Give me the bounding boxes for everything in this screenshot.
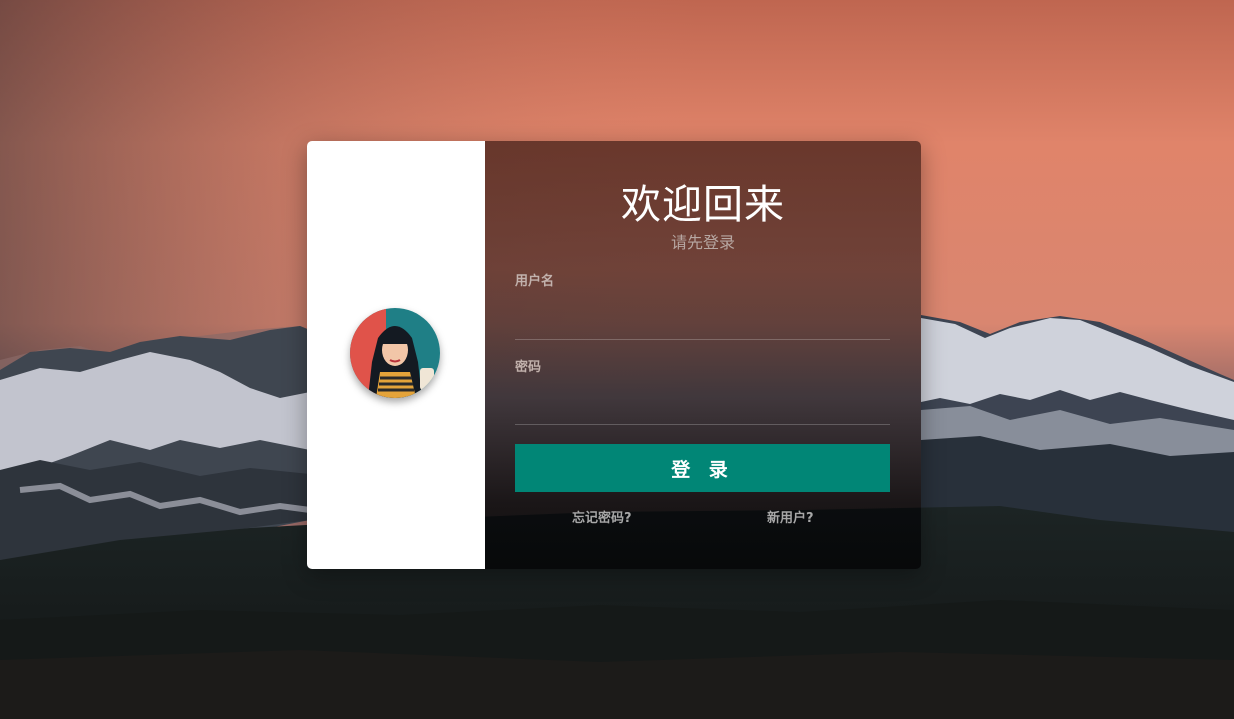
password-input[interactable] [515,394,890,425]
card-left-panel [307,141,485,569]
page-subtitle: 请先登录 [670,233,735,252]
password-label: 密码 [515,360,542,375]
page-title: 欢迎回来 [621,182,785,228]
avatar-illustration-icon [350,308,440,398]
register-link[interactable]: 新用户? [767,511,814,527]
forgot-password-link[interactable]: 忘记密码? [572,511,632,527]
login-form-panel: 欢迎回来 请先登录 用户名 密码 登 录 忘记密码? 新用户? [485,141,921,569]
username-input[interactable] [515,309,890,340]
username-label: 用户名 [515,274,555,289]
login-button[interactable]: 登 录 [515,444,890,492]
avatar [350,308,440,398]
login-card: 欢迎回来 请先登录 用户名 密码 登 录 忘记密码? 新用户? [307,141,921,569]
